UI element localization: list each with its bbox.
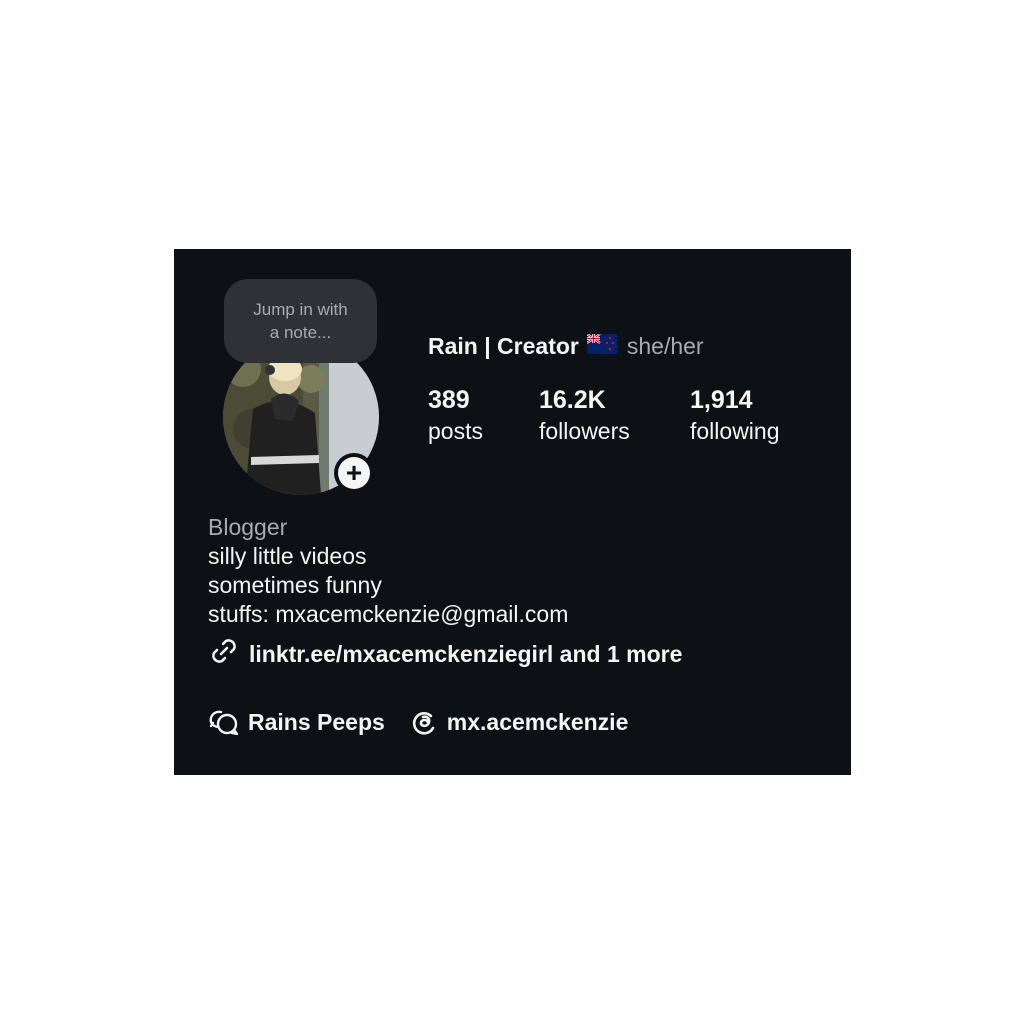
profile-name-row: Rain | Creator she/her bbox=[428, 333, 704, 360]
following-label: following bbox=[690, 418, 780, 444]
plus-icon: + bbox=[338, 457, 370, 489]
add-story-button[interactable]: + bbox=[334, 453, 374, 493]
stat-posts[interactable]: 389 posts bbox=[428, 385, 483, 447]
note-bubble-tail bbox=[265, 365, 275, 375]
broadcast-channel-chip[interactable]: Rains Peeps bbox=[208, 707, 385, 737]
followers-count: 16.2K bbox=[539, 386, 606, 414]
profile-link-text: linktr.ee/mxacemckenziegirl and 1 more bbox=[249, 640, 683, 667]
profile-link[interactable]: linktr.ee/mxacemckenziegirl and 1 more bbox=[208, 635, 682, 673]
posts-label: posts bbox=[428, 418, 483, 444]
broadcast-channel-icon bbox=[209, 710, 239, 736]
link-icon bbox=[208, 635, 240, 673]
pronouns: she/her bbox=[626, 333, 704, 359]
posts-count: 389 bbox=[428, 386, 470, 414]
following-count: 1,914 bbox=[690, 386, 753, 414]
stat-following[interactable]: 1,914 following bbox=[690, 385, 780, 447]
note-line-2: a note... bbox=[269, 323, 332, 342]
note-bubble[interactable]: Jump in with a note... bbox=[224, 279, 377, 363]
followers-label: followers bbox=[539, 418, 630, 444]
profile-header: Jump in with a note... + Rain | Creator bbox=[174, 249, 851, 775]
bio: Blogger silly little videos sometimes fu… bbox=[208, 513, 568, 629]
bio-line-1: silly little videos bbox=[208, 543, 367, 569]
threads-chip[interactable]: mx.acemckenzie bbox=[409, 707, 629, 737]
broadcast-channel-label: Rains Peeps bbox=[248, 708, 385, 735]
stat-followers[interactable]: 16.2K followers bbox=[539, 385, 630, 447]
threads-icon bbox=[412, 712, 435, 735]
bio-line-2: sometimes funny bbox=[208, 572, 382, 598]
note-line-1: Jump in with bbox=[253, 300, 348, 319]
threads-handle: mx.acemckenzie bbox=[446, 708, 629, 735]
social-links: Rains Peeps mx.acemckenzie bbox=[208, 707, 628, 737]
profile-name: Rain | Creator bbox=[428, 333, 579, 359]
profile-category: Blogger bbox=[208, 514, 288, 540]
new-zealand-flag-icon bbox=[586, 333, 617, 360]
bio-line-3: stuffs: mxacemckenzie@gmail.com bbox=[208, 601, 569, 627]
